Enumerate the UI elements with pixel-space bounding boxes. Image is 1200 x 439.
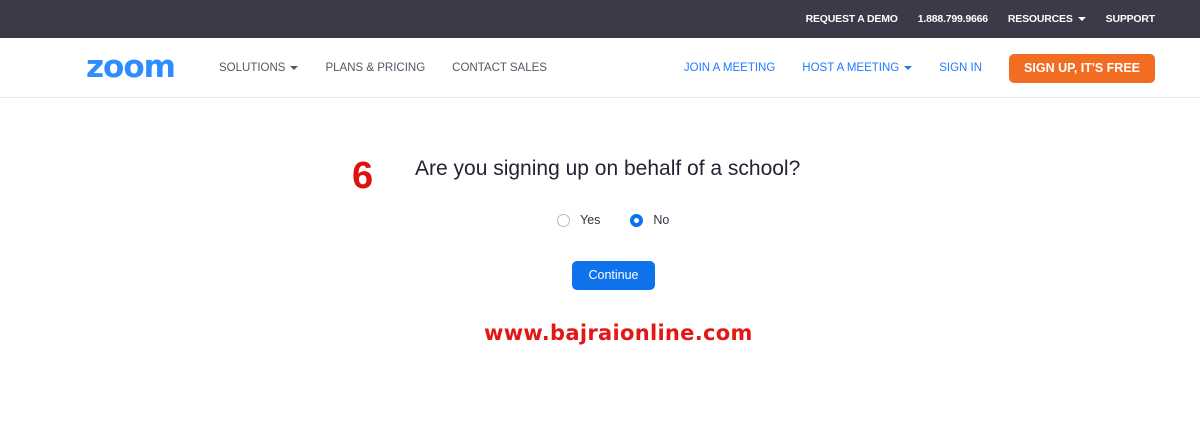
plans-pricing-link[interactable]: PLANS & PRICING [325,62,425,74]
school-radio-group: Yes No [557,213,699,227]
resources-menu[interactable]: RESOURCES [1008,13,1086,25]
solutions-label: SOLUTIONS [219,62,286,74]
radio-option-no[interactable]: No [630,213,669,227]
support-link[interactable]: SUPPORT [1106,13,1156,25]
watermark-text: www.bajraionline.com [484,321,753,345]
radio-no-label: No [653,213,670,227]
chevron-down-icon [904,66,913,70]
chevron-down-icon [1077,17,1086,21]
sign-up-button[interactable]: SIGN UP, IT'S FREE [1009,53,1155,83]
top-utility-bar: REQUEST A DEMO 1.888.799.9666 RESOURCES … [0,0,1200,38]
nav-left-links: SOLUTIONS PLANS & PRICING CONTACT SALES [219,38,574,98]
solutions-menu[interactable]: SOLUTIONS [219,62,299,74]
request-demo-link[interactable]: REQUEST A DEMO [806,13,898,25]
chevron-down-icon [290,66,299,70]
radio-option-yes[interactable]: Yes [557,213,600,227]
host-meeting-menu[interactable]: HOST A MEETING [802,62,913,74]
continue-button[interactable]: Continue [572,261,655,290]
phone-number[interactable]: 1.888.799.9666 [918,13,988,25]
join-meeting-link[interactable]: JOIN A MEETING [684,62,775,74]
school-question: Are you signing up on behalf of a school… [415,157,801,180]
step-number-annotation: 6 [352,155,374,197]
zoom-logo[interactable]: zoom [86,50,176,84]
contact-sales-link[interactable]: CONTACT SALES [452,62,547,74]
main-navbar: zoom SOLUTIONS PLANS & PRICING CONTACT S… [0,38,1200,98]
radio-yes-circle[interactable] [557,213,570,227]
host-meeting-label: HOST A MEETING [802,62,900,74]
sign-in-link[interactable]: SIGN IN [939,62,982,74]
nav-right-links: JOIN A MEETING HOST A MEETING SIGN IN SI… [657,38,1155,98]
radio-no-circle[interactable] [630,213,644,227]
radio-yes-label: Yes [580,213,601,227]
resources-label: RESOURCES [1007,13,1073,25]
